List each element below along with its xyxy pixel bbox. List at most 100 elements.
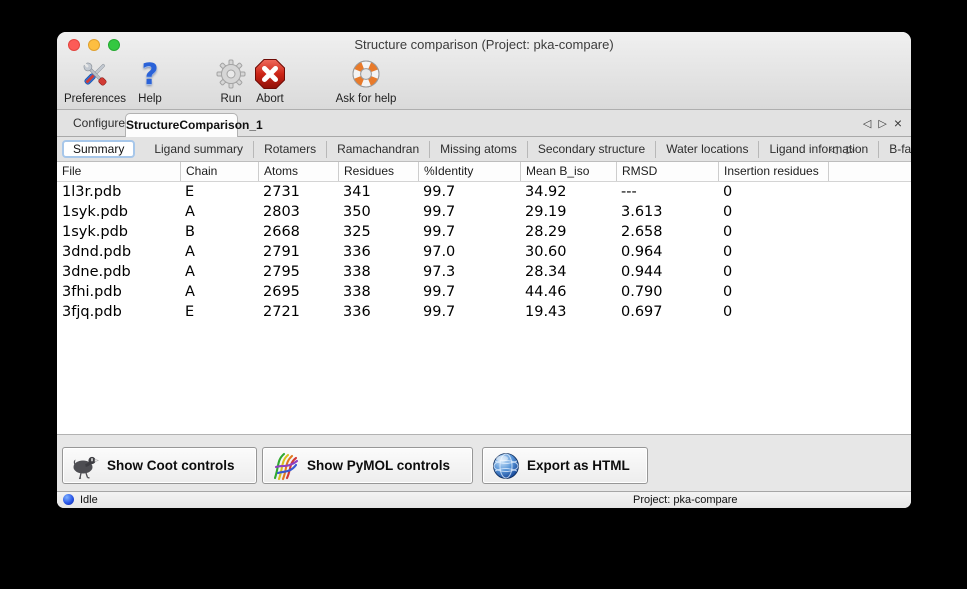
cell-rmsd: 0.944 (616, 262, 718, 282)
cell-insertion-residues: 0 (718, 242, 828, 262)
cell-insertion-residues: 0 (718, 262, 828, 282)
cell-file: 3dne.pdb (57, 262, 180, 282)
app-window: Structure comparison (Project: pka-compa… (57, 32, 911, 508)
ask-for-help-button[interactable]: Ask for help (332, 56, 400, 105)
cell-insertion-residues: 0 (718, 182, 828, 202)
col-mean-b-iso[interactable]: Mean B_iso (520, 162, 616, 181)
cell-identity: 99.7 (418, 182, 520, 202)
cell-identity: 97.3 (418, 262, 520, 282)
show-pymol-controls-label: Show PyMOL controls (307, 458, 450, 473)
cell-identity: 99.7 (418, 282, 520, 302)
cell-file: 3dnd.pdb (57, 242, 180, 262)
cell-insertion-residues: 0 (718, 202, 828, 222)
cell-file: 1syk.pdb (57, 202, 180, 222)
cell-identity: 97.0 (418, 242, 520, 262)
subtab-ligand-summary[interactable]: Ligand summary (144, 141, 254, 158)
subtab-next-icon[interactable]: ▷ (847, 143, 855, 156)
table-row[interactable]: 3fhi.pdb A 2695 338 99.7 44.46 0.790 0 (57, 282, 911, 302)
cell-rmsd: 2.658 (616, 222, 718, 242)
table-row[interactable]: 1l3r.pdb E 2731 341 99.7 34.92 --- 0 (57, 182, 911, 202)
col-chain[interactable]: Chain (180, 162, 258, 181)
subtab-rotamers[interactable]: Rotamers (254, 141, 327, 158)
col-atoms[interactable]: Atoms (258, 162, 338, 181)
cell-identity: 99.7 (418, 202, 520, 222)
status-bar: Idle Project: pka-compare (57, 491, 911, 508)
cell-file: 3fjq.pdb (57, 302, 180, 322)
titlebar-toolbar: Structure comparison (Project: pka-compa… (57, 32, 911, 110)
table-header-row: File Chain Atoms Residues %Identity Mean… (57, 162, 911, 182)
cell-atoms: 2695 (258, 282, 338, 302)
controls-bar: Show Coot controls Show PyMOL controls (57, 435, 911, 491)
gear-icon (215, 56, 247, 92)
cell-rmsd: 0.697 (616, 302, 718, 322)
cell-atoms: 2791 (258, 242, 338, 262)
subtab-summary[interactable]: Summary (62, 140, 135, 158)
cell-chain: A (180, 202, 258, 222)
help-button[interactable]: ? Help (130, 56, 170, 105)
cell-identity: 99.7 (418, 302, 520, 322)
tab-configure[interactable]: Configure (73, 110, 125, 136)
run-label: Run (220, 93, 241, 105)
subtab-prev-icon[interactable]: ◁ (829, 143, 837, 156)
summary-table: File Chain Atoms Residues %Identity Mean… (57, 162, 911, 435)
subtab-b-factors[interactable]: B-factors (879, 141, 911, 158)
globe-icon (491, 451, 521, 481)
cell-mean-b-iso: 44.46 (520, 282, 616, 302)
cell-atoms: 2731 (258, 182, 338, 202)
col-insertion-residues[interactable]: Insertion residues (718, 162, 828, 181)
tab-next-icon[interactable]: ▷ (878, 117, 886, 130)
cell-residues: 350 (338, 202, 418, 222)
cell-atoms: 2668 (258, 222, 338, 242)
cell-atoms: 2795 (258, 262, 338, 282)
tab-close-icon[interactable]: × (894, 116, 902, 130)
show-pymol-controls-button[interactable]: Show PyMOL controls (262, 447, 473, 484)
cell-file: 1syk.pdb (57, 222, 180, 242)
cell-rmsd: 3.613 (616, 202, 718, 222)
tools-icon (79, 56, 111, 92)
cell-mean-b-iso: 28.34 (520, 262, 616, 282)
show-coot-controls-button[interactable]: Show Coot controls (62, 447, 257, 484)
cell-residues: 325 (338, 222, 418, 242)
tab-structurecomparison-1[interactable]: StructureComparison_1 (125, 113, 238, 137)
table-row[interactable]: 3dnd.pdb A 2791 336 97.0 30.60 0.964 0 (57, 242, 911, 262)
cell-residues: 338 (338, 262, 418, 282)
cell-chain: A (180, 242, 258, 262)
tab-prev-icon[interactable]: ◁ (863, 117, 871, 130)
run-button[interactable]: Run (211, 56, 251, 105)
status-sphere-icon (63, 494, 74, 505)
preferences-button[interactable]: Preferences (61, 56, 129, 105)
abort-button[interactable]: Abort (250, 56, 290, 105)
cell-rmsd: 0.790 (616, 282, 718, 302)
col-rmsd[interactable]: RMSD (616, 162, 718, 181)
cell-chain: A (180, 262, 258, 282)
table-row[interactable]: 1syk.pdb B 2668 325 99.7 28.29 2.658 0 (57, 222, 911, 242)
export-as-html-button[interactable]: Export as HTML (482, 447, 648, 484)
col-filler (828, 162, 911, 181)
cell-rmsd: --- (616, 182, 718, 202)
abort-label: Abort (256, 93, 284, 105)
help-icon: ? (142, 56, 159, 92)
subtab-secondary-structure[interactable]: Secondary structure (528, 141, 656, 158)
col-identity[interactable]: %Identity (418, 162, 520, 181)
table-row[interactable]: 3dne.pdb A 2795 338 97.3 28.34 0.944 0 (57, 262, 911, 282)
cell-residues: 336 (338, 302, 418, 322)
subtab-water-locations[interactable]: Water locations (656, 141, 759, 158)
cell-identity: 99.7 (418, 222, 520, 242)
col-residues[interactable]: Residues (338, 162, 418, 181)
cell-mean-b-iso: 34.92 (520, 182, 616, 202)
cell-atoms: 2721 (258, 302, 338, 322)
col-file[interactable]: File (57, 162, 180, 181)
cell-chain: E (180, 302, 258, 322)
cell-atoms: 2803 (258, 202, 338, 222)
table-row[interactable]: 1syk.pdb A 2803 350 99.7 29.19 3.613 0 (57, 202, 911, 222)
pymol-ribbon-icon (271, 451, 301, 481)
table-row[interactable]: 3fjq.pdb E 2721 336 99.7 19.43 0.697 0 (57, 302, 911, 322)
cell-mean-b-iso: 19.43 (520, 302, 616, 322)
subtab-ramachandran[interactable]: Ramachandran (327, 141, 430, 158)
cell-file: 3fhi.pdb (57, 282, 180, 302)
subtab-ligand-information[interactable]: Ligand information (759, 141, 879, 158)
subtab-missing-atoms[interactable]: Missing atoms (430, 141, 528, 158)
cell-chain: A (180, 282, 258, 302)
coot-bird-icon (71, 451, 101, 481)
stop-icon (254, 56, 286, 92)
